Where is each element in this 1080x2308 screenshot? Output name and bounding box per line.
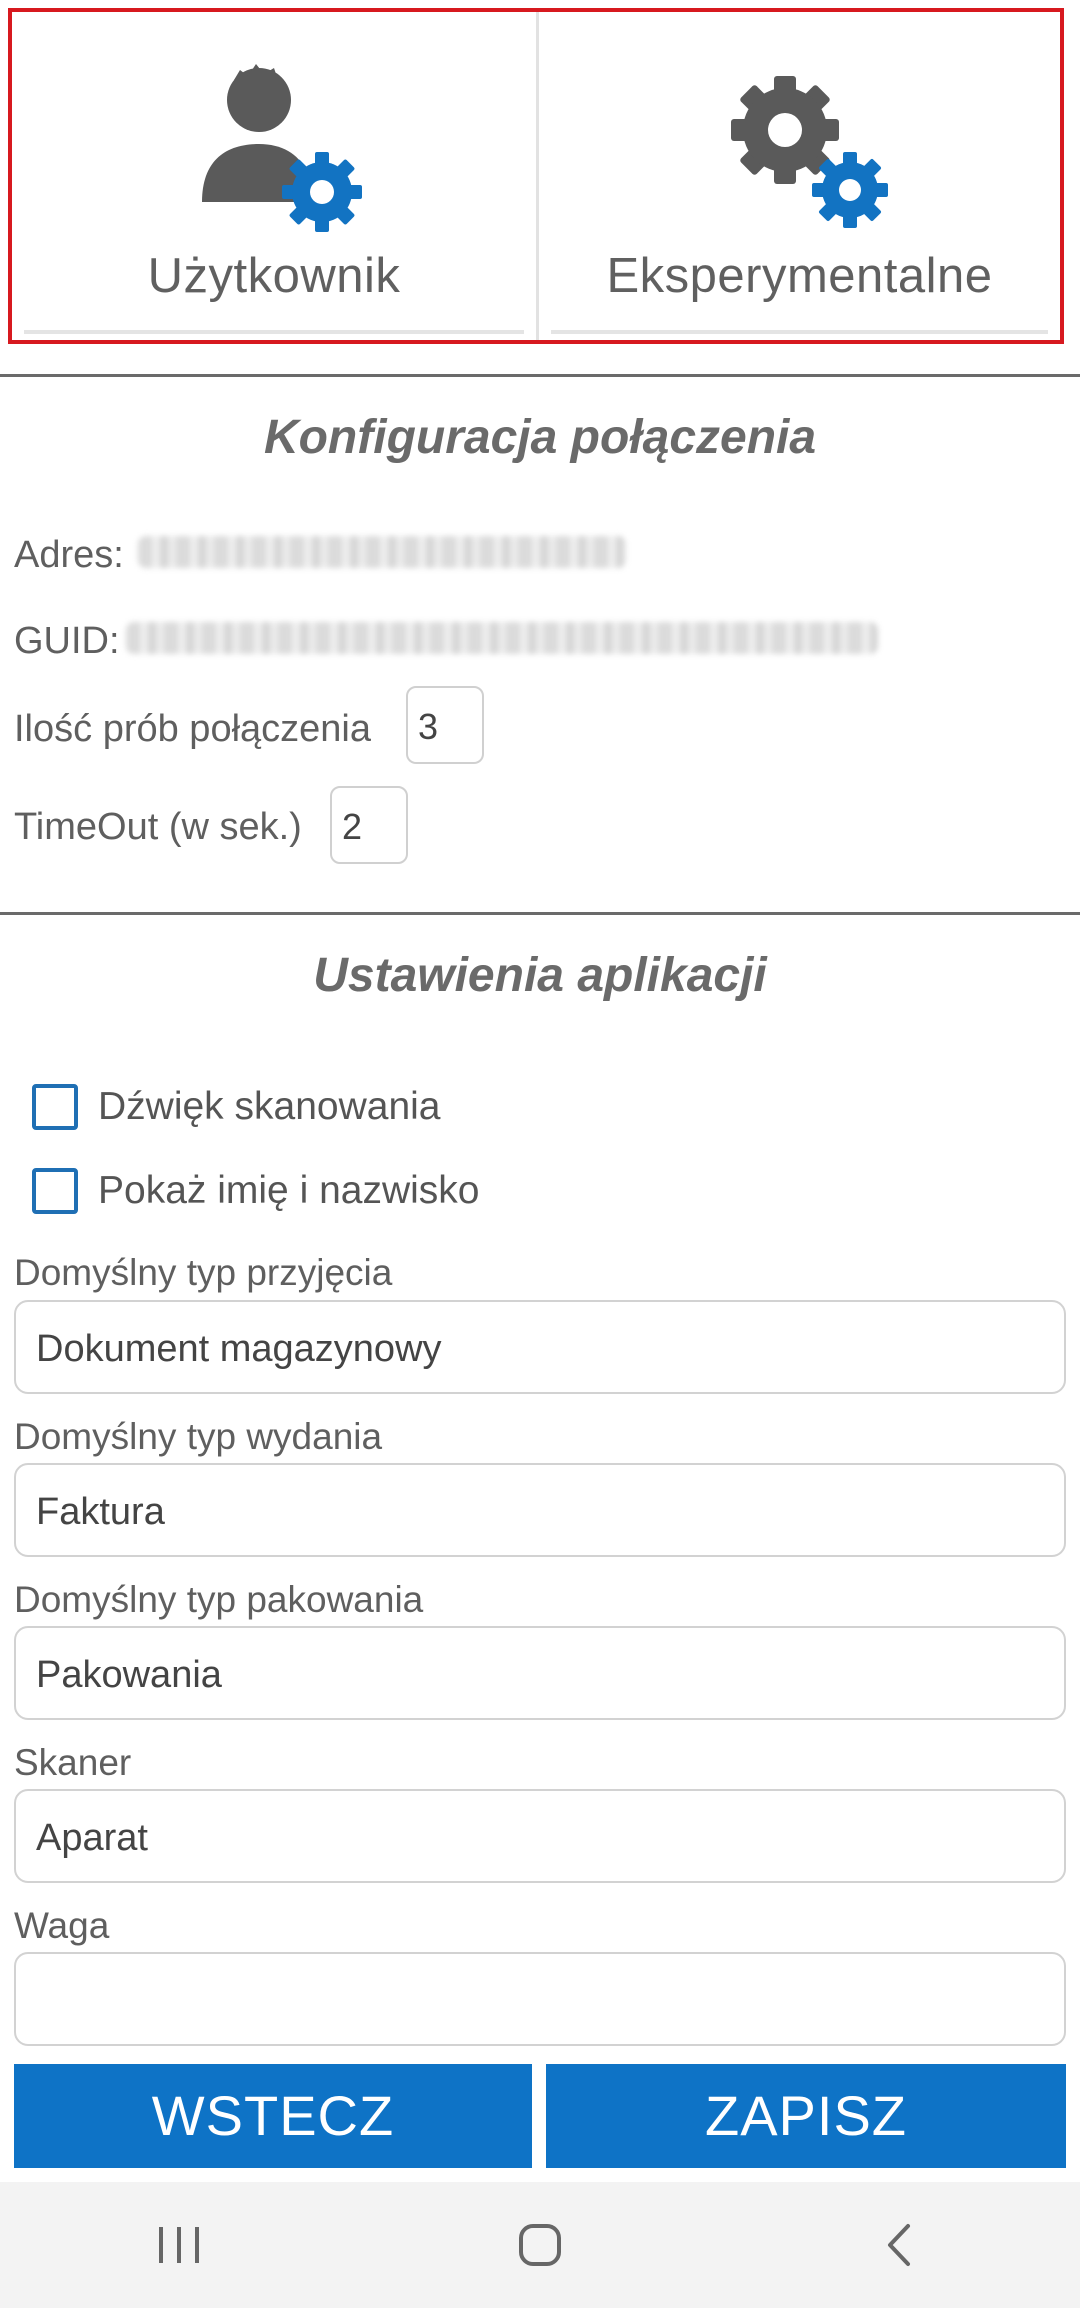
settings-tiles: Użytkownik Eksperymentalne [8,8,1064,344]
issue-type-field[interactable]: Faktura [14,1463,1066,1557]
guid-value-blurred [126,622,878,654]
scale-field[interactable] [14,1952,1066,2046]
checkbox-label: Pokaż imię i nazwisko [98,1169,480,1212]
back-button[interactable]: WSTECZ [14,2064,532,2168]
field-label-packing-type: Domyślny typ pakowania [14,1579,424,1620]
receipt-type-field[interactable]: Dokument magazynowy [14,1300,1066,1394]
scanner-field[interactable]: Aparat [14,1789,1066,1883]
guid-label: GUID: [14,620,120,662]
system-nav-bar [0,2182,1080,2308]
packing-type-field[interactable]: Pakowania [14,1626,1066,1720]
checkbox-box[interactable] [32,1084,78,1130]
tile-experimental[interactable]: Eksperymentalne [536,12,1060,340]
checkbox-label: Dźwięk skanowania [98,1085,441,1128]
tile-user[interactable]: Użytkownik [12,12,536,340]
tile-underline [24,330,524,334]
user-settings-icon [174,52,374,242]
divider [0,374,1080,377]
divider [0,912,1080,915]
tile-user-label: Użytkownik [147,249,401,303]
field-label-scanner: Skaner [14,1742,132,1783]
tile-experimental-label: Eksperymentalne [606,249,993,303]
field-label-receipt-type: Domyślny typ przyjęcia [14,1252,393,1293]
retries-label: Ilość prób połączenia [14,708,371,750]
address-label: Adres: [14,534,124,576]
home-icon[interactable] [500,2205,580,2285]
checkbox-box[interactable] [32,1168,78,1214]
checkbox-show-name[interactable]: Pokaż imię i nazwisko [32,1168,479,1214]
address-value-blurred [138,536,626,568]
connection-section-title: Konfiguracja połączenia [263,411,817,464]
checkbox-scan-sound[interactable]: Dźwięk skanowania [32,1084,441,1130]
recent-apps-icon[interactable] [140,2205,220,2285]
field-label-scale: Waga [14,1905,110,1946]
tile-underline [551,330,1048,334]
back-icon[interactable] [860,2205,940,2285]
retries-input[interactable]: 3 [406,686,484,764]
save-button[interactable]: ZAPISZ [546,2064,1066,2168]
gears-icon [700,52,900,242]
field-label-issue-type: Domyślny typ wydania [14,1416,383,1457]
app-settings-section-title: Ustawienia aplikacji [313,949,767,1002]
timeout-label: TimeOut (w sek.) [14,806,302,848]
timeout-input[interactable]: 2 [330,786,408,864]
settings-screen: Użytkownik Eksperymentalne Konfiguracja … [0,0,1080,2308]
